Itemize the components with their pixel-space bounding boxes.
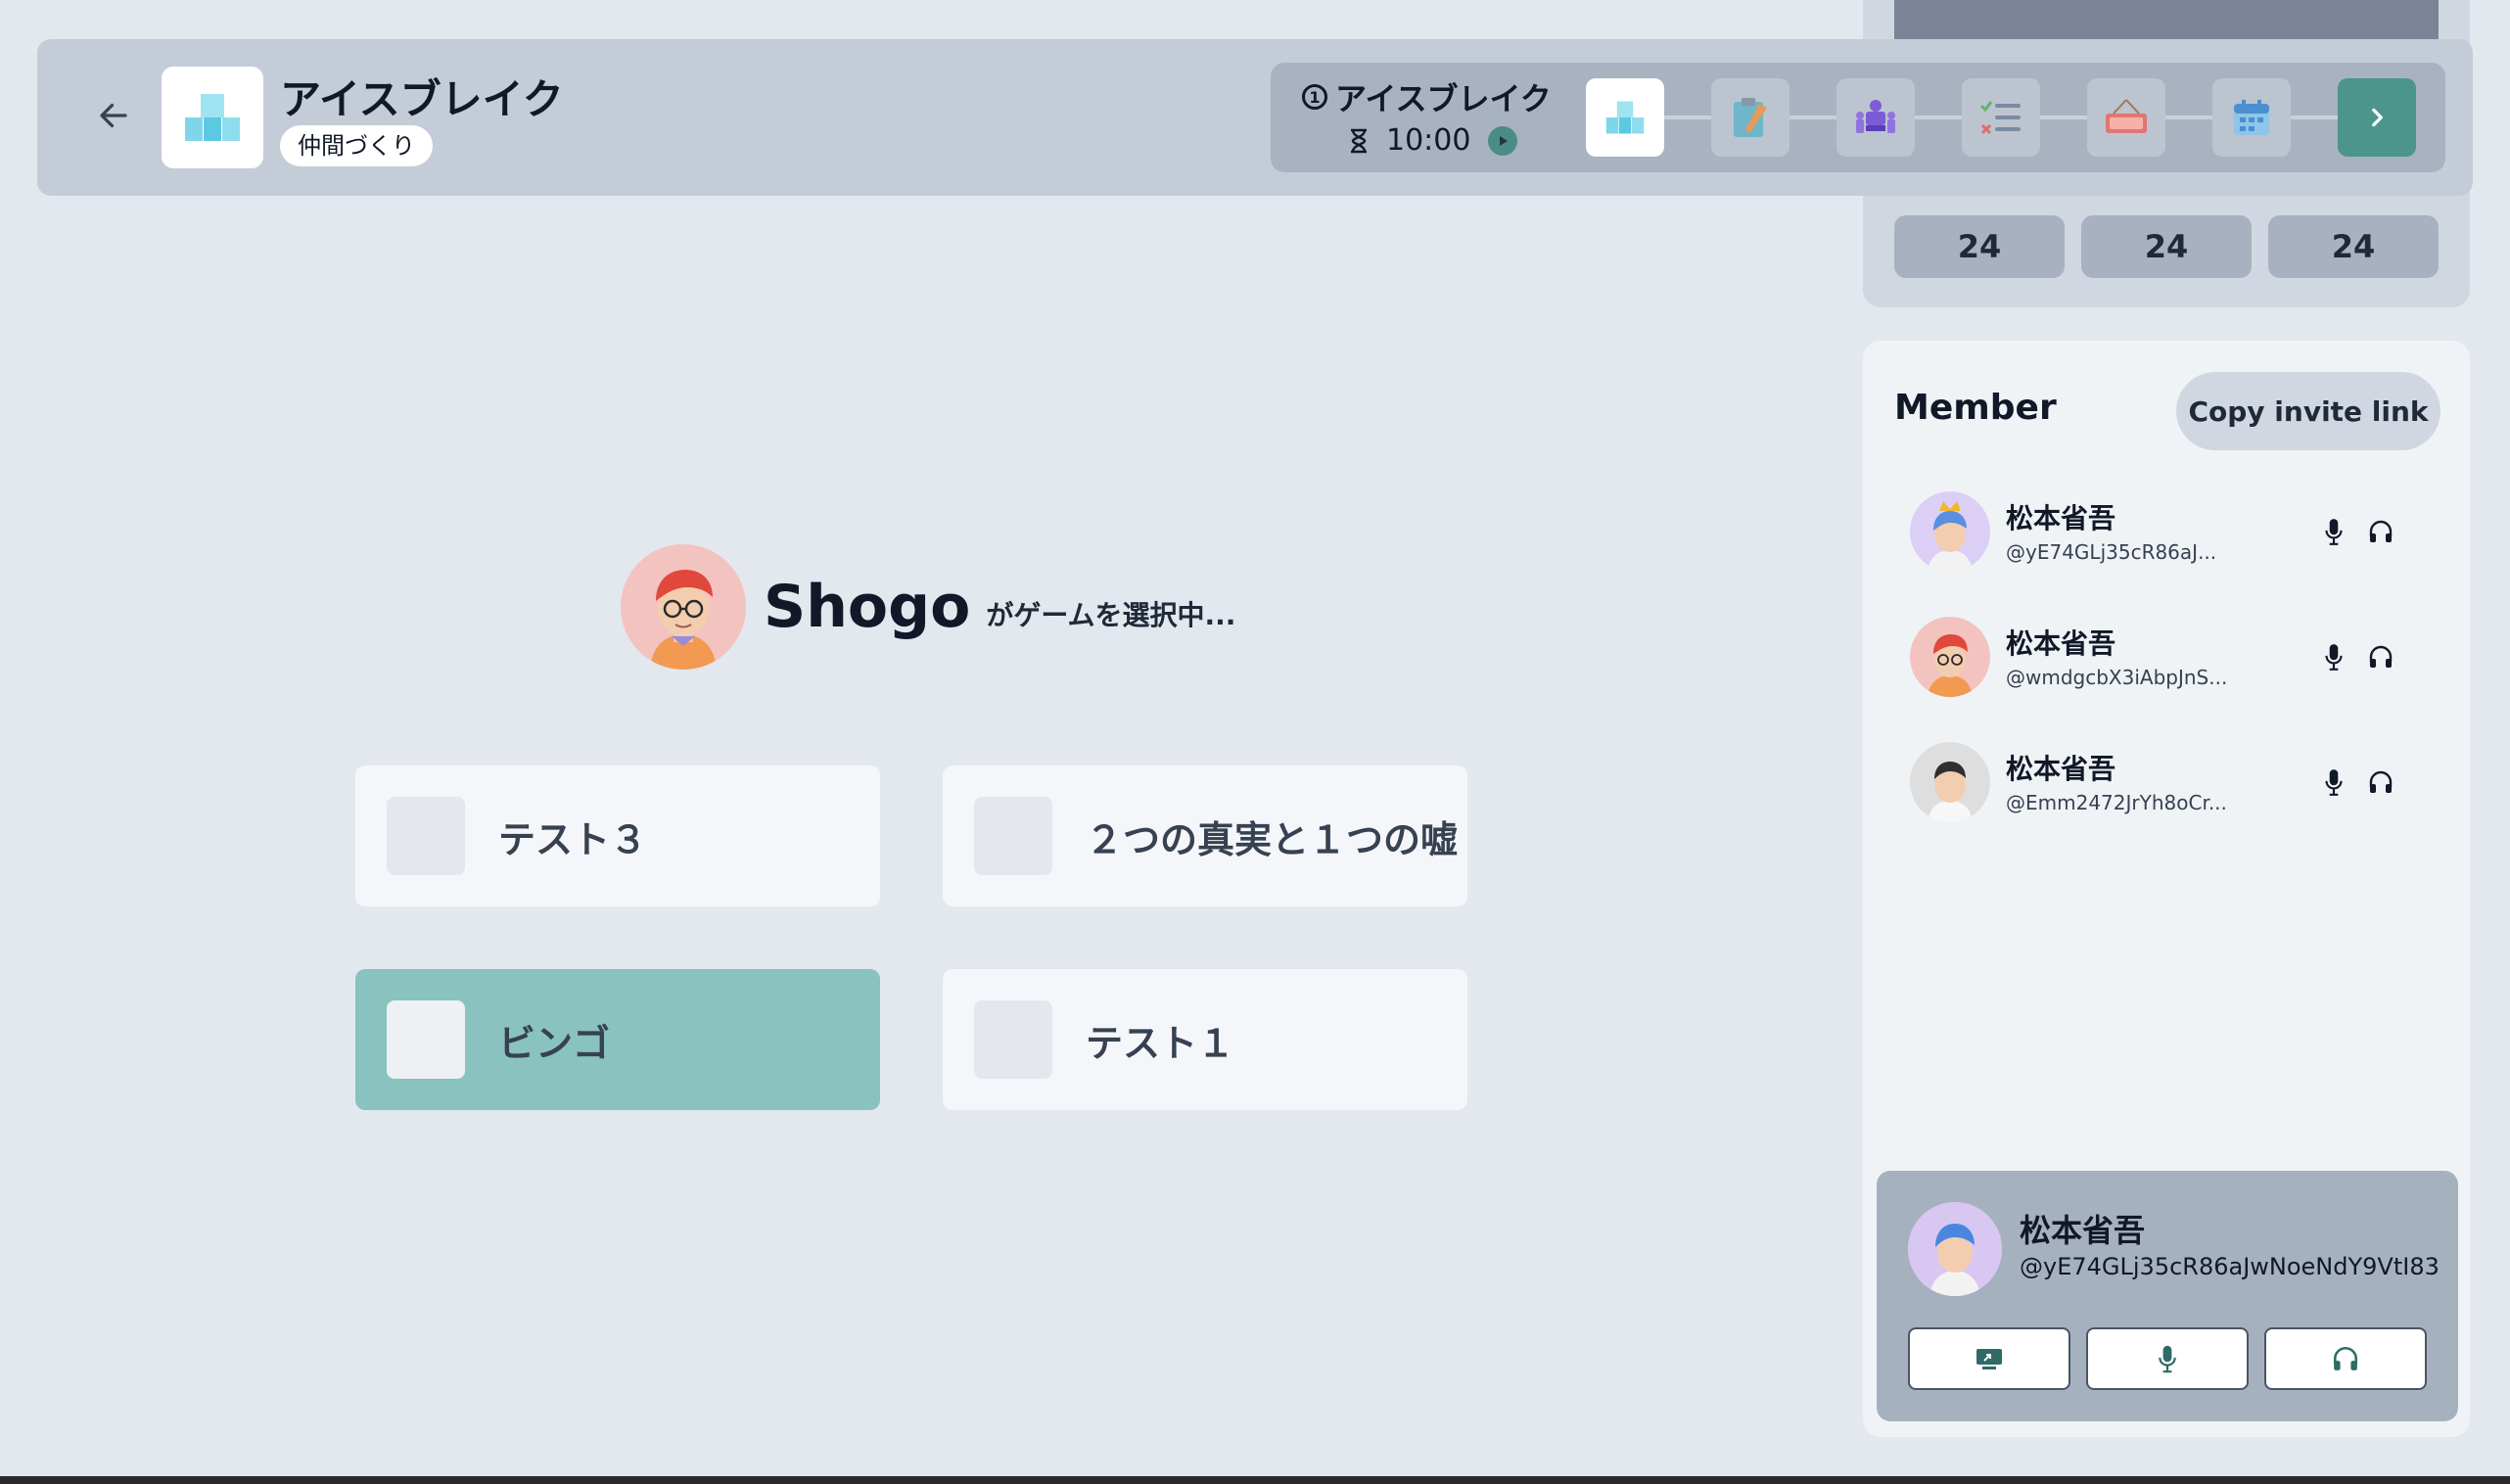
member-audio-status [2321,642,2394,672]
window-bottom-edge [0,1476,2510,1484]
headphones-toggle-button[interactable] [2264,1327,2427,1390]
timer-value: 10:00 [1386,123,1471,158]
copy-invite-link-button[interactable]: Copy invite link [2176,372,2440,450]
step-timer: 10:00 [1349,123,1518,158]
microphone-icon [2325,519,2343,545]
close-sign-icon [2106,99,2147,133]
avatar [1908,1202,2002,1296]
microphone-toggle-button[interactable] [2086,1327,2249,1390]
member-panel-title: Member [1894,388,2057,428]
stat-box: 24 [2081,215,2252,278]
category-tag: 仲間づくり [280,125,433,166]
avatar-red-hair-glasses [1910,617,1990,697]
game-thumbnail [387,797,465,875]
current-step-label: アイスブレイク [1335,80,1552,117]
current-user-card: 松本省吾 @yE74GLj35cR86aJwNoeNdY9VtI83 [1877,1171,2458,1421]
timer-play-button[interactable] [1488,125,1518,156]
step-item-calendar[interactable] [2212,78,2291,157]
chevron-right-icon [2372,108,2383,127]
game-label: テスト１ [1086,1021,1235,1065]
game-thumbnail [974,1000,1052,1079]
member-handle: @Emm2472JrYh8oCr... [2006,791,2227,814]
headphones-icon [2369,520,2393,542]
step-navigator: 1 アイスブレイク 10:00 [1271,63,2445,172]
back-button[interactable] [57,59,170,172]
page-title: アイスブレイク [280,75,564,123]
game-thumbnail [387,1000,465,1079]
member-name: 松本省吾 [2006,627,2116,660]
headphones-icon [2333,1347,2358,1370]
avatar [1910,491,1990,572]
member-name: 松本省吾 [2006,753,2116,785]
checklist-icon [1979,101,2021,135]
meeting-icon [1856,100,1895,133]
microphone-icon [2325,769,2343,796]
step-item-meeting[interactable] [1836,78,1915,157]
screen-share-button[interactable] [1908,1327,2070,1390]
game-label: テスト３ [498,817,648,861]
member-name: 松本省吾 [2006,502,2116,534]
member-row: 松本省吾 @wmdgcbX3iAbpJnS... [1910,617,2439,705]
avatar-red-hair-glasses [621,544,746,670]
game-selector-status: Shogo がゲームを選択中... [621,544,1235,670]
blocks-icon [1605,101,1645,134]
current-user-handle: @yE74GLj35cR86aJwNoeNdY9VtI83 [2020,1253,2440,1280]
member-audio-status [2321,517,2394,546]
current-step-title: 1 アイスブレイク [1302,74,1552,119]
game-card[interactable]: テスト１ [943,969,1467,1110]
member-row: 松本省吾 @yE74GLj35cR86aJ... [1910,491,2439,580]
game-card[interactable]: テスト３ [355,765,880,906]
member-row: 松本省吾 @Emm2472JrYh8oCr... [1910,742,2439,830]
game-thumbnail [974,797,1052,875]
screen-share-icon [1976,1349,2002,1369]
member-handle: @wmdgcbX3iAbpJnS... [2006,666,2228,689]
selector-status: がゲームを選択中... [986,599,1236,631]
avatar-blue-hair-crown [1910,491,1990,572]
blocks-icon [185,94,240,141]
game-card[interactable]: ２つの真実と１つの嘘 [943,765,1467,906]
play-icon [1500,135,1509,146]
step-number-badge: 1 [1302,84,1327,110]
calendar-icon [2234,100,2269,135]
step-item-checklist[interactable] [1962,78,2040,157]
step-item-notes[interactable] [1711,78,1790,157]
arrow-left-icon [100,103,127,128]
next-step-button[interactable] [2338,78,2416,157]
step-item-close[interactable] [2087,78,2165,157]
game-card-selected[interactable]: ビンゴ [355,969,880,1110]
stat-box: 24 [2268,215,2439,278]
activity-icon-box [162,67,263,168]
microphone-icon [2159,1345,2176,1373]
stats-panel-header [1894,0,2439,39]
notepad-icon [1734,98,1767,137]
hourglass-icon [1351,128,1367,153]
avatar-dark-hair [1910,742,1990,822]
member-audio-status [2321,767,2394,797]
current-user-name: 松本省吾 [2020,1212,2146,1249]
member-handle: @yE74GLj35cR86aJ... [2006,540,2217,564]
headphones-icon [2369,645,2393,668]
game-label: ２つの真実と１つの嘘 [1086,817,1459,861]
selector-name: Shogo [764,573,971,641]
avatar-blue-hair [1908,1202,2002,1296]
avatar [621,544,746,670]
game-label: ビンゴ [498,1021,611,1065]
avatar [1910,617,1990,697]
avatar [1910,742,1990,822]
headphones-icon [2369,770,2393,793]
microphone-icon [2325,644,2343,671]
step-item-icebreak[interactable] [1586,78,1664,157]
stat-box: 24 [1894,215,2065,278]
